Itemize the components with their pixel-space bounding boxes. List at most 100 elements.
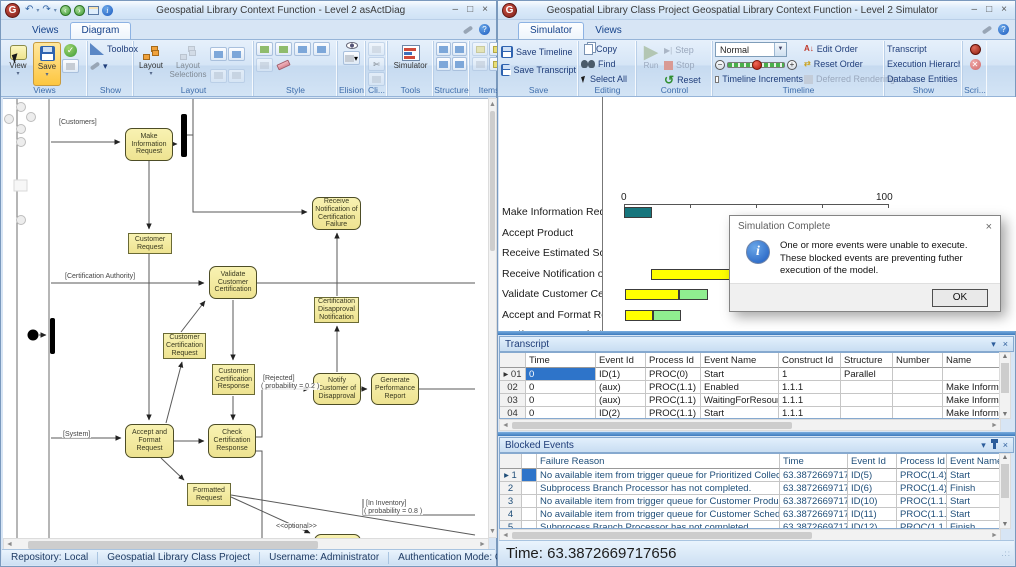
tab-views[interactable]: Views: [21, 23, 70, 39]
align-tool-icon[interactable]: [228, 69, 245, 83]
app-logo-icon[interactable]: G: [502, 3, 517, 18]
copy-icon[interactable]: [368, 72, 385, 86]
panel-splitter[interactable]: [498, 432, 1015, 436]
show-wrench-button[interactable]: ▾: [90, 59, 108, 73]
forward-icon[interactable]: ›: [74, 5, 85, 16]
diagram-node[interactable]: Formatted Request: [187, 483, 231, 506]
timeline-speed-select[interactable]: Normal▼: [715, 42, 787, 57]
reset-order-button[interactable]: ⇄Reset Order: [804, 57, 895, 70]
app-logo-icon[interactable]: G: [5, 3, 20, 18]
panel-splitter[interactable]: [498, 331, 1015, 335]
table-row[interactable]: 040ID(2)PROC(1.1)Start1.1.1Make Informat…: [500, 407, 1001, 419]
run-button[interactable]: ▶ Run: [639, 42, 663, 86]
diagram-node[interactable]: Check Certification Response: [208, 424, 256, 458]
column-header[interactable]: Event Name: [947, 454, 1001, 469]
validate-check-icon[interactable]: ✓: [64, 44, 77, 57]
combo-dropdown-icon[interactable]: ▼: [774, 43, 786, 56]
column-header[interactable]: Process Id: [897, 454, 947, 469]
dialog-close-icon[interactable]: ×: [986, 221, 992, 233]
column-header[interactable]: Construct Id: [779, 353, 841, 368]
panel-close-icon[interactable]: ×: [1003, 440, 1008, 450]
select-all-button[interactable]: Select All: [581, 72, 634, 86]
blocked-events-table[interactable]: Failure ReasonTimeEvent IdProcess IdEven…: [499, 453, 1001, 529]
slider-handle[interactable]: [752, 60, 762, 70]
show-database-entities-button[interactable]: Database Entities: [887, 72, 960, 86]
structure-tool-icon[interactable]: [452, 42, 467, 56]
tab-simulator[interactable]: Simulator: [518, 22, 584, 39]
slider-track[interactable]: [727, 62, 785, 68]
stop-script-icon[interactable]: ✕: [970, 59, 981, 70]
panel-menu-icon[interactable]: ▾: [981, 440, 986, 451]
table-row[interactable]: ▸ 1No available item from trigger queue …: [500, 469, 1001, 482]
views-tool-icon[interactable]: [62, 59, 79, 73]
table-row[interactable]: 3No available item from trigger queue fo…: [500, 495, 1001, 508]
undo-icon[interactable]: ↶: [25, 5, 33, 15]
column-header[interactable]: Process Id: [646, 353, 701, 368]
diagram-node[interactable]: Accept and Format Request: [125, 424, 174, 458]
item-tool-icon[interactable]: [472, 57, 488, 71]
cut-icon[interactable]: ✄: [368, 57, 385, 71]
resize-grip[interactable]: .::: [1001, 549, 1014, 558]
column-header[interactable]: [500, 353, 526, 368]
settings-wrench-icon[interactable]: [982, 25, 992, 34]
table-row[interactable]: 030(aux)PROC(1.1)WaitingForResources1.1.…: [500, 394, 1001, 407]
save-transcript-button[interactable]: Save Transcript: [501, 63, 576, 77]
structure-tool-icon[interactable]: [436, 57, 451, 71]
close-button[interactable]: ×: [1001, 3, 1007, 17]
help-icon[interactable]: ?: [479, 24, 490, 35]
style-zoom-icon[interactable]: [256, 58, 273, 72]
align-tool-icon[interactable]: [210, 69, 227, 83]
view-button[interactable]: View▾: [4, 42, 32, 86]
gantt-bar-segment[interactable]: [679, 289, 708, 300]
gantt-bar-segment[interactable]: [625, 289, 679, 300]
settings-wrench-icon[interactable]: [463, 25, 473, 34]
blocked-events-vscrollbar[interactable]: ▲▼: [999, 453, 1011, 529]
info-icon[interactable]: i: [102, 5, 113, 16]
style-image-icon[interactable]: [275, 42, 292, 56]
align-tool-icon[interactable]: [228, 47, 245, 61]
panel-close-icon[interactable]: ×: [1003, 339, 1008, 349]
maximize-button[interactable]: □: [467, 3, 473, 17]
maximize-button[interactable]: □: [986, 3, 992, 17]
column-header[interactable]: Event Id: [848, 454, 897, 469]
column-header[interactable]: Number: [893, 353, 943, 368]
table-row[interactable]: 5Subprocess Branch Processor has not com…: [500, 521, 1001, 529]
diagram-canvas[interactable]: Make Information RequestCustomer Request…: [3, 98, 489, 538]
column-header[interactable]: Name: [943, 353, 1001, 368]
diagram-node[interactable]: Certification Disapproval Notification: [314, 297, 359, 323]
redo-dropdown-icon[interactable]: ▾: [54, 7, 57, 14]
tab-views[interactable]: Views: [584, 23, 633, 39]
save-timeline-button[interactable]: Save Timeline: [501, 45, 576, 59]
diagram-node[interactable]: Notify Customer of Disapproval: [313, 373, 361, 405]
diagram-node[interactable]: Customer Certification Request: [163, 333, 206, 359]
pin-icon[interactable]: [993, 442, 996, 449]
timeline-speed-slider[interactable]: − +: [715, 59, 803, 71]
column-header[interactable]: [522, 454, 537, 469]
back-icon[interactable]: ‹: [60, 5, 71, 16]
elision-eye-icon[interactable]: [346, 42, 358, 49]
elision-screen-icon[interactable]: ▾: [343, 51, 360, 65]
titlebar[interactable]: G Geospatial Library Class Project Geosp…: [498, 1, 1015, 20]
table-row[interactable]: 020(aux)PROC(1.1)Enabled1.1.1Make Inform…: [500, 381, 1001, 394]
eraser-icon[interactable]: [275, 58, 292, 72]
table-row[interactable]: ▸ 010ID(1)PROC(0)Start1Parallel: [500, 368, 1001, 381]
style-shape-icon[interactable]: [313, 42, 330, 56]
diagram-node[interactable]: Generate Performance Report: [371, 373, 419, 405]
step-button[interactable]: ▶|Step: [664, 44, 694, 57]
stop-button[interactable]: Stop: [664, 59, 695, 72]
diagram-vscrollbar[interactable]: ▲ ▼: [488, 98, 497, 538]
diagram-node[interactable]: Customer Certification Response: [212, 364, 255, 395]
simulator-button[interactable]: Simulator: [390, 42, 431, 86]
paste-icon[interactable]: [368, 42, 385, 56]
slider-plus-icon[interactable]: +: [787, 60, 797, 70]
transcript-table[interactable]: TimeEvent IdProcess IdEvent NameConstruc…: [499, 352, 1001, 419]
slider-minus-icon[interactable]: −: [715, 60, 725, 70]
align-tool-icon[interactable]: [210, 47, 227, 61]
diagram-node[interactable]: Make Information Request: [125, 128, 173, 161]
minimize-button[interactable]: –: [453, 3, 459, 17]
column-header[interactable]: Event Name: [701, 353, 779, 368]
minimize-button[interactable]: –: [972, 3, 978, 17]
blocked-events-panel-header[interactable]: Blocked Events ▾ ×: [499, 437, 1014, 453]
structure-tool-icon[interactable]: [436, 42, 451, 56]
gantt-separator[interactable]: [602, 97, 603, 331]
